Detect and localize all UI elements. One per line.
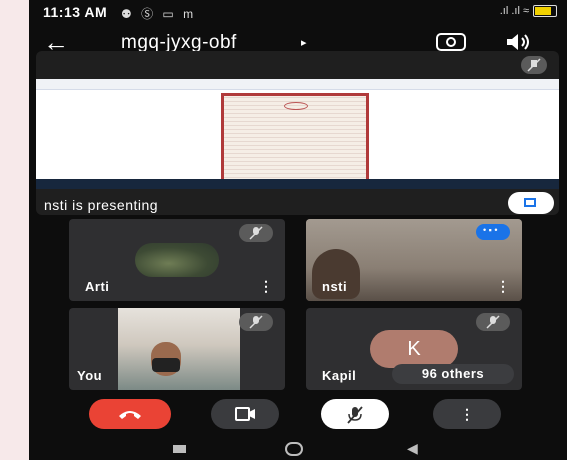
self-video xyxy=(118,308,240,390)
participant-name: You xyxy=(77,368,103,383)
participant-tile-nsti[interactable]: nsti ⋮ xyxy=(306,219,522,301)
shared-screen xyxy=(36,79,559,189)
back-triangle-icon[interactable]: ◀ xyxy=(407,440,418,457)
avatar: K xyxy=(370,330,458,368)
notification-icons: ⚉ Ⓢ ▭ m xyxy=(121,7,197,21)
battery-icon xyxy=(533,5,557,18)
presenter-label: nsti is presenting xyxy=(44,197,159,213)
fullscreen-button[interactable] xyxy=(508,192,554,214)
signal-icon: .ıl .ıl ≈ xyxy=(499,5,529,17)
participant-tile-kapil[interactable]: K Kapil 96 others xyxy=(306,308,522,390)
speaking-indicator-icon xyxy=(476,224,510,240)
muted-mic-icon xyxy=(476,313,510,331)
document-title-emblem xyxy=(284,102,308,110)
phone-screen: 11:13 AM ⚉ Ⓢ ▭ m .ıl .ıl ≈ ← mgq-jyxg-ob… xyxy=(29,0,567,460)
more-vert-icon[interactable]: ⋮ xyxy=(496,279,510,293)
participant-tile-arti[interactable]: Arti ⋮ xyxy=(69,219,285,301)
android-nav-bar: ◀ xyxy=(29,436,567,460)
more-vert-icon[interactable]: ⋮ xyxy=(259,279,273,293)
participant-tile-you[interactable]: You xyxy=(69,308,285,390)
home-icon[interactable] xyxy=(285,442,303,456)
shared-screen-toolbar xyxy=(36,79,559,90)
switch-camera-icon[interactable] xyxy=(434,31,468,53)
status-time: 11:13 AM xyxy=(43,4,108,20)
more-options-button[interactable]: ⋮ xyxy=(433,399,501,429)
end-call-button[interactable] xyxy=(89,399,171,429)
camera-toggle-button[interactable] xyxy=(211,399,279,429)
hang-up-icon xyxy=(119,411,141,419)
signal-wifi-battery: .ıl .ıl ≈ xyxy=(499,5,557,18)
shared-screen-taskbar xyxy=(36,179,559,189)
participant-name: Kapil xyxy=(322,368,357,383)
video-camera-icon xyxy=(235,407,255,421)
muted-mic-icon xyxy=(239,224,273,242)
avatar xyxy=(135,243,219,277)
face-mask xyxy=(152,358,180,372)
mic-off-icon xyxy=(347,406,363,424)
muted-mic-icon xyxy=(239,313,273,331)
call-controls: ⋮ xyxy=(29,396,567,432)
chevron-right-icon[interactable]: ▸ xyxy=(301,36,307,49)
presentation-tile[interactable]: nsti is presenting xyxy=(36,51,559,215)
shared-document-page xyxy=(221,93,369,185)
muted-mic-icon xyxy=(521,56,547,74)
recents-icon[interactable] xyxy=(173,445,186,453)
participant-name: nsti xyxy=(322,279,348,294)
status-bar: 11:13 AM ⚉ Ⓢ ▭ m .ıl .ıl ≈ xyxy=(29,0,567,24)
participant-name: Arti xyxy=(85,279,110,294)
others-count-button[interactable]: 96 others xyxy=(392,364,514,384)
microphone-toggle-button[interactable] xyxy=(321,399,389,429)
